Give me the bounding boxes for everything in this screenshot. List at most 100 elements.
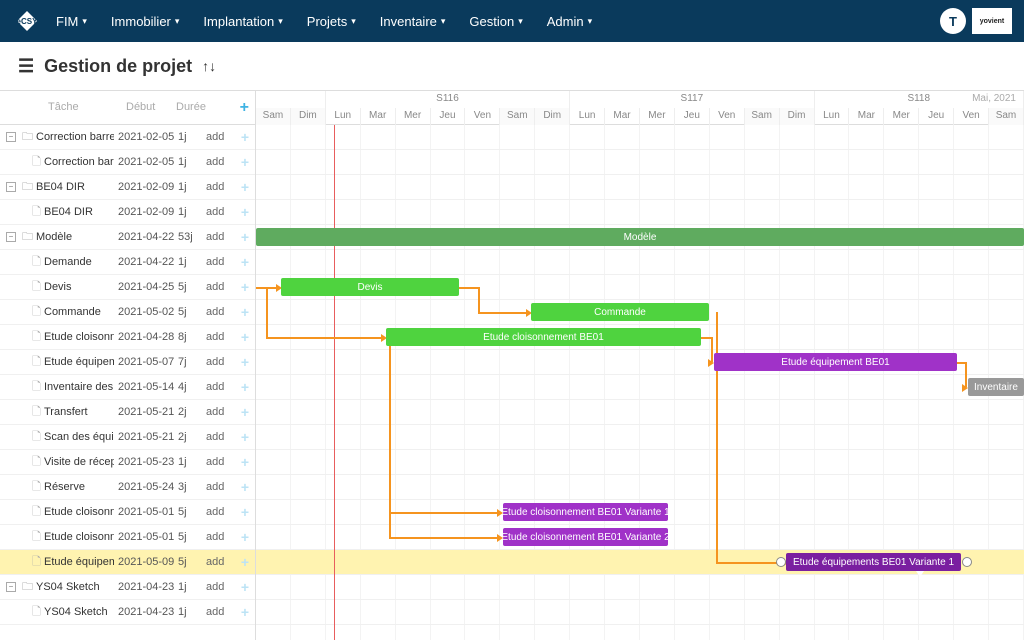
resize-handle-right[interactable] <box>962 557 972 567</box>
timeline-panel[interactable]: Mai, 2021 S116S117S118 SamDimLunMarMerJe… <box>256 91 1024 640</box>
brand-badge[interactable]: yovient <box>972 8 1012 34</box>
file-icon: 🗋 <box>32 603 41 622</box>
folder-icon: 🗀 <box>22 178 33 197</box>
gantt-bar[interactable]: Devis <box>281 278 459 296</box>
menu-icon[interactable]: ☰ <box>18 56 34 77</box>
nav-implantation[interactable]: Implantation▾ <box>193 6 292 37</box>
task-row[interactable]: 🗋Commande2021-05-025jadd+ <box>0 300 255 325</box>
plus-icon[interactable]: + <box>241 404 249 420</box>
add-subtask-link[interactable]: add <box>206 181 224 193</box>
task-row[interactable]: 🗋Visite de réception2021-05-231jadd+ <box>0 450 255 475</box>
plus-icon[interactable]: + <box>241 254 249 270</box>
add-subtask-link[interactable]: add <box>206 431 224 443</box>
avatar[interactable]: T <box>940 8 966 34</box>
add-subtask-link[interactable]: add <box>206 456 224 468</box>
plus-icon[interactable]: + <box>241 204 249 220</box>
add-subtask-link[interactable]: add <box>206 556 224 568</box>
task-row[interactable]: −🗀Modèle2021-04-2253jadd+ <box>0 225 255 250</box>
nav-inventaire[interactable]: Inventaire▾ <box>370 6 456 37</box>
task-start: 2021-05-09 <box>118 556 178 568</box>
plus-icon[interactable]: + <box>241 179 249 195</box>
add-subtask-link[interactable]: add <box>206 606 224 618</box>
task-row[interactable]: 🗋Etude cloisonnemen2021-04-288jadd+ <box>0 325 255 350</box>
task-row[interactable]: 🗋Etude cloisonnemen2021-05-015jadd+ <box>0 500 255 525</box>
plus-icon[interactable]: + <box>241 604 249 620</box>
task-row[interactable]: 🗋Etude équipement2021-05-095jadd+ <box>0 550 255 575</box>
add-subtask-link[interactable]: add <box>206 406 224 418</box>
plus-icon[interactable]: + <box>241 529 249 545</box>
add-subtask-link[interactable]: add <box>206 531 224 543</box>
collapse-icon[interactable]: − <box>6 132 16 142</box>
collapse-icon[interactable]: − <box>6 182 16 192</box>
plus-icon[interactable]: + <box>241 354 249 370</box>
add-subtask-link[interactable]: add <box>206 381 224 393</box>
add-task-icon[interactable]: + <box>240 99 249 117</box>
collapse-icon[interactable]: − <box>6 582 16 592</box>
plus-icon[interactable]: + <box>241 479 249 495</box>
nav-gestion[interactable]: Gestion▾ <box>459 6 532 37</box>
day-label: Sam <box>745 108 780 125</box>
collapse-icon[interactable]: − <box>6 232 16 242</box>
add-subtask-link[interactable]: add <box>206 156 224 168</box>
task-row[interactable]: 🗋Devis2021-04-255jadd+ <box>0 275 255 300</box>
task-row[interactable]: 🗋BE04 DIR2021-02-091jadd+ <box>0 200 255 225</box>
gantt-bar-summary[interactable]: Modèle <box>256 228 1024 246</box>
plus-icon[interactable]: + <box>241 304 249 320</box>
task-row[interactable]: 🗋YS04 Sketch2021-04-231jadd+ <box>0 600 255 625</box>
task-row[interactable]: 🗋Etude cloisonnemen2021-05-015jadd+ <box>0 525 255 550</box>
plus-icon[interactable]: + <box>241 579 249 595</box>
gantt-bar[interactable]: Etude équipement BE01 <box>714 353 957 371</box>
logo[interactable]: eCSY <box>12 6 42 36</box>
add-subtask-link[interactable]: add <box>206 306 224 318</box>
plus-icon[interactable]: + <box>241 279 249 295</box>
task-row[interactable]: 🗋Etude équipement2021-05-077jadd+ <box>0 350 255 375</box>
plus-icon[interactable]: + <box>241 379 249 395</box>
task-row[interactable]: 🗋Correction barre a2021-02-051jadd+ <box>0 150 255 175</box>
add-subtask-link[interactable]: add <box>206 581 224 593</box>
task-row[interactable]: 🗋Scan des équipem2021-05-212jadd+ <box>0 425 255 450</box>
add-subtask-link[interactable]: add <box>206 131 224 143</box>
task-row[interactable]: −🗀YS04 Sketch2021-04-231jadd+ <box>0 575 255 600</box>
sort-icon[interactable]: ↑↓ <box>202 58 216 74</box>
add-subtask-link[interactable]: add <box>206 231 224 243</box>
task-row[interactable]: 🗋Réserve2021-05-243jadd+ <box>0 475 255 500</box>
gantt-bar-selected[interactable]: Etude équipements BE01 Variante 1 <box>786 553 961 571</box>
add-subtask-link[interactable]: add <box>206 331 224 343</box>
file-icon: 🗋 <box>32 153 41 172</box>
task-row[interactable]: 🗋Demande2021-04-221jadd+ <box>0 250 255 275</box>
plus-icon[interactable]: + <box>241 504 249 520</box>
task-duration: 1j <box>178 256 202 268</box>
gantt-bar[interactable]: Etude cloisonnement BE01 Variante 2 <box>503 528 668 546</box>
file-icon: 🗋 <box>32 253 41 272</box>
nav-projets[interactable]: Projets▾ <box>297 6 366 37</box>
task-duration: 5j <box>178 506 202 518</box>
add-subtask-link[interactable]: add <box>206 206 224 218</box>
add-subtask-link[interactable]: add <box>206 356 224 368</box>
plus-icon[interactable]: + <box>241 229 249 245</box>
task-row[interactable]: 🗋Inventaire des mo2021-05-144jadd+ <box>0 375 255 400</box>
gantt-bar[interactable]: Inventaire <box>968 378 1024 396</box>
nav-fim[interactable]: FIM▾ <box>46 6 97 37</box>
task-row[interactable]: −🗀BE04 DIR2021-02-091jadd+ <box>0 175 255 200</box>
task-row[interactable]: 🗋Transfert2021-05-212jadd+ <box>0 400 255 425</box>
file-icon: 🗋 <box>32 203 41 222</box>
plus-icon[interactable]: + <box>241 329 249 345</box>
plus-icon[interactable]: + <box>241 554 249 570</box>
nav-admin[interactable]: Admin▾ <box>537 6 602 37</box>
plus-icon[interactable]: + <box>241 154 249 170</box>
gantt-bar[interactable]: Commande <box>531 303 709 321</box>
resize-handle-left[interactable] <box>776 557 786 567</box>
gantt-chart[interactable]: Modèle Devis Commande Etude cloisonnemen… <box>256 125 1024 640</box>
plus-icon[interactable]: + <box>241 429 249 445</box>
add-subtask-link[interactable]: add <box>206 506 224 518</box>
gantt-bar[interactable]: Etude cloisonnement BE01 Variante 1 <box>503 503 668 521</box>
add-subtask-link[interactable]: add <box>206 281 224 293</box>
gantt-bar[interactable]: Etude cloisonnement BE01 <box>386 328 701 346</box>
nav-immobilier[interactable]: Immobilier▾ <box>101 6 190 37</box>
plus-icon[interactable]: + <box>241 454 249 470</box>
plus-icon[interactable]: + <box>241 129 249 145</box>
add-subtask-link[interactable]: add <box>206 256 224 268</box>
task-duration: 8j <box>178 331 202 343</box>
add-subtask-link[interactable]: add <box>206 481 224 493</box>
task-row[interactable]: −🗀Correction barre app2021-02-051jadd+ <box>0 125 255 150</box>
